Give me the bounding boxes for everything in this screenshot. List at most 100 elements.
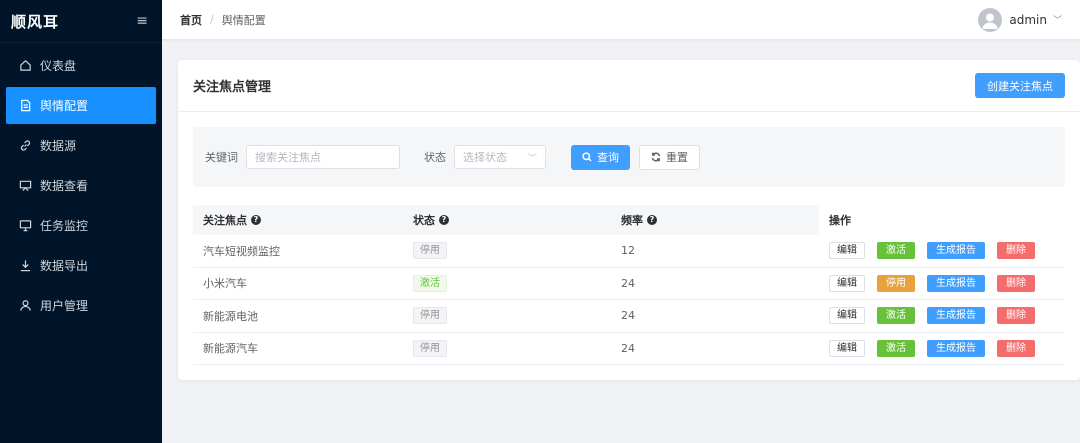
status-select[interactable]: 选择状态 ﹀ <box>454 145 546 169</box>
document-icon <box>18 99 32 113</box>
user-menu[interactable]: admin ﹀ <box>978 7 1062 32</box>
activate-button[interactable]: 激活 <box>877 339 915 357</box>
chevron-down-icon: ﹀ <box>1052 16 1062 26</box>
edit-button[interactable]: 编辑 <box>829 339 865 357</box>
brand-bar: 顺风耳 ≡ <box>0 0 162 43</box>
delete-button[interactable]: 删除 <box>997 274 1035 292</box>
status-badge: 停用 <box>413 242 447 260</box>
user-icon <box>18 299 32 313</box>
delete-button[interactable]: 删除 <box>997 307 1035 325</box>
search-icon <box>582 152 592 162</box>
deactivate-button[interactable]: 停用 <box>877 274 915 292</box>
sidebar-item-data-view[interactable]: 数据查看 <box>6 167 156 204</box>
focus-table: 关注焦点? 状态? 频率? 操作 汽车短视频监控 停用 12 编辑 激活 生成报… <box>193 204 1065 365</box>
hamburger-icon[interactable]: ≡ <box>136 13 148 29</box>
generate-report-button[interactable]: 生成报告 <box>927 242 985 260</box>
help-icon[interactable]: ? <box>251 214 261 225</box>
download-icon <box>18 259 32 273</box>
breadcrumb-separator: / <box>210 13 214 26</box>
sidebar-item-label: 仪表盘 <box>40 59 77 73</box>
header-focus: 关注焦点? <box>193 204 403 235</box>
actions-cell: 编辑 激活 生成报告 删除 <box>819 242 1065 260</box>
frequency-cell: 24 <box>621 309 635 323</box>
card-title: 关注焦点管理 <box>193 80 272 95</box>
table-row: 小米汽车 激活 24 编辑 停用 生成报告 删除 <box>193 268 1065 300</box>
link-icon <box>18 139 32 153</box>
focus-name-cell: 新能源电池 <box>203 309 258 323</box>
sidebar-item-sentiment-config[interactable]: 舆情配置 <box>6 87 156 124</box>
table-row: 新能源汽车 停用 24 编辑 激活 生成报告 删除 <box>193 333 1065 365</box>
header-status: 状态? <box>403 204 611 235</box>
breadcrumb-current: 舆情配置 <box>221 13 266 27</box>
header-actions: 操作 <box>819 204 1065 235</box>
top-header: 首页 / 舆情配置 admin ﹀ <box>162 0 1080 40</box>
frequency-cell: 12 <box>621 244 635 258</box>
table-header-row: 关注焦点? 状态? 频率? 操作 <box>193 204 1065 235</box>
sidebar-item-label: 数据导出 <box>40 259 89 273</box>
avatar <box>978 7 1003 32</box>
help-icon[interactable]: ? <box>439 214 449 225</box>
create-focus-button[interactable]: 创建关注焦点 <box>975 73 1065 98</box>
sidebar-item-dashboard[interactable]: 仪表盘 <box>6 47 156 84</box>
focus-name-cell: 小米汽车 <box>203 277 247 291</box>
sidebar: 顺风耳 ≡ 仪表盘 舆情配置 数据源 数据查看 任务监控 数据导出 用户管理 <box>0 0 162 443</box>
username: admin <box>1009 12 1047 27</box>
actions-cell: 编辑 停用 生成报告 删除 <box>819 274 1065 292</box>
edit-button[interactable]: 编辑 <box>829 307 865 325</box>
edit-button[interactable]: 编辑 <box>829 242 865 260</box>
card-header: 关注焦点管理 创建关注焦点 <box>178 60 1080 112</box>
reset-button[interactable]: 重置 <box>639 144 700 170</box>
breadcrumb: 首页 / 舆情配置 <box>180 12 266 28</box>
status-select-placeholder: 选择状态 <box>463 151 507 164</box>
frequency-cell: 24 <box>621 341 635 355</box>
query-button-label: 查询 <box>597 151 619 164</box>
breadcrumb-home[interactable]: 首页 <box>180 12 202 28</box>
help-icon[interactable]: ? <box>647 214 657 225</box>
delete-button[interactable]: 删除 <box>997 242 1035 260</box>
avatar-person-icon <box>982 13 998 29</box>
sidebar-menu: 仪表盘 舆情配置 数据源 数据查看 任务监控 数据导出 用户管理 <box>0 47 162 324</box>
status-label: 状态 <box>424 151 446 164</box>
sidebar-item-user-management[interactable]: 用户管理 <box>6 287 156 324</box>
generate-report-button[interactable]: 生成报告 <box>927 307 985 325</box>
presentation-icon <box>18 179 32 193</box>
status-cell: 激活 <box>403 274 611 292</box>
status-badge: 激活 <box>413 274 447 292</box>
activate-button[interactable]: 激活 <box>877 307 915 325</box>
chevron-down-icon: ﹀ <box>527 153 537 164</box>
reset-button-label: 重置 <box>666 151 688 164</box>
query-button[interactable]: 查询 <box>571 144 630 170</box>
sidebar-item-data-export[interactable]: 数据导出 <box>6 247 156 284</box>
status-cell: 停用 <box>403 339 611 357</box>
status-badge: 停用 <box>413 339 447 357</box>
sidebar-item-label: 舆情配置 <box>40 99 89 113</box>
status-cell: 停用 <box>403 242 611 260</box>
table-row: 汽车短视频监控 停用 12 编辑 激活 生成报告 删除 <box>193 235 1065 268</box>
edit-button[interactable]: 编辑 <box>829 274 865 292</box>
actions-cell: 编辑 激活 生成报告 删除 <box>819 307 1065 325</box>
focus-name-cell: 新能源汽车 <box>203 342 258 356</box>
sidebar-item-data-source[interactable]: 数据源 <box>6 127 156 164</box>
brand-title: 顺风耳 <box>11 12 60 31</box>
status-cell: 停用 <box>403 307 611 325</box>
actions-cell: 编辑 激活 生成报告 删除 <box>819 339 1065 357</box>
refresh-icon <box>651 152 661 162</box>
generate-report-button[interactable]: 生成报告 <box>927 274 985 292</box>
sidebar-item-label: 数据查看 <box>40 179 89 193</box>
sidebar-item-label: 用户管理 <box>40 299 89 313</box>
sidebar-item-label: 任务监控 <box>40 219 89 233</box>
filter-bar: 关键词 状态 选择状态 ﹀ 查询 重置 <box>193 127 1065 187</box>
focus-name-cell: 汽车短视频监控 <box>203 244 280 258</box>
status-badge: 停用 <box>413 307 447 325</box>
home-icon <box>18 59 32 73</box>
activate-button[interactable]: 激活 <box>877 242 915 260</box>
delete-button[interactable]: 删除 <box>997 339 1035 357</box>
keyword-label: 关键词 <box>205 151 238 164</box>
monitor-icon <box>18 219 32 233</box>
sidebar-item-task-monitor[interactable]: 任务监控 <box>6 207 156 244</box>
generate-report-button[interactable]: 生成报告 <box>927 339 985 357</box>
header-frequency: 频率? <box>611 204 819 235</box>
sidebar-item-label: 数据源 <box>40 139 77 153</box>
keyword-search-input[interactable] <box>246 145 400 169</box>
focus-management-card: 关注焦点管理 创建关注焦点 关键词 状态 选择状态 ﹀ 查询 重置 关注焦点? … <box>178 60 1080 380</box>
